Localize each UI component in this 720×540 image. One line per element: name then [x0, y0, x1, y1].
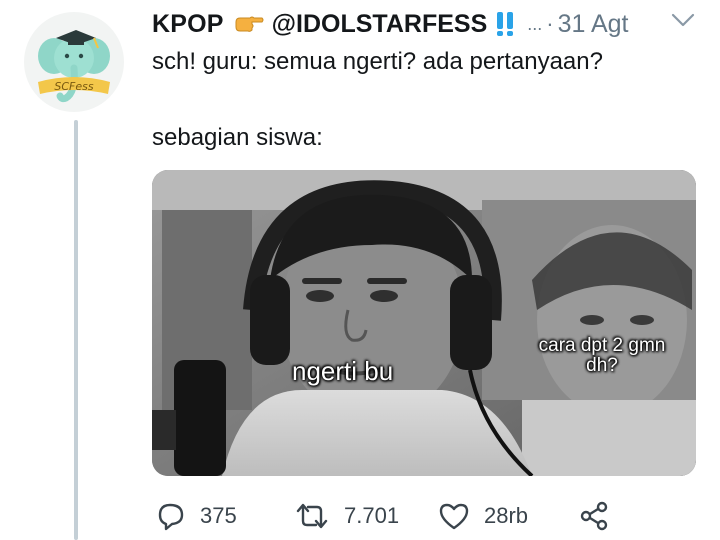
retweet-button[interactable]: 7.701	[294, 498, 399, 534]
elephant-avatar-icon: SCFess	[24, 12, 124, 112]
username-handle[interactable]: @IDOLSTARFESS	[272, 10, 488, 39]
reply-icon	[158, 503, 184, 531]
meme-caption-left: ngerti bu	[292, 356, 394, 386]
tweet-text-line-1: sch! guru: semua ngerti? ada pertanyaan?	[152, 48, 603, 75]
meme-photo	[152, 170, 696, 476]
like-button[interactable]: 28rb	[438, 498, 528, 534]
tweet-action-bar: 375 7.701 28rb	[152, 498, 672, 534]
truncation-ellipsis: ...	[527, 13, 543, 34]
share-button[interactable]	[578, 498, 610, 534]
display-name[interactable]: KPOP	[152, 10, 224, 39]
tweet-text-line-2: sebagian siswa:	[152, 124, 323, 151]
avatar-label: SCFess	[54, 80, 93, 93]
reply-button[interactable]: 375	[156, 498, 237, 534]
reply-count: 375	[200, 503, 237, 528]
thread-connector-line	[74, 120, 78, 540]
double-exclamation-icon	[495, 10, 515, 38]
tweet-date[interactable]: 31 Agt	[558, 10, 629, 39]
retweet-icon	[296, 503, 328, 529]
tweet-header: KPOP @IDOLSTARFESS ... · 31 Agt	[152, 6, 712, 42]
chevron-down-icon[interactable]	[670, 10, 696, 35]
heart-icon	[439, 503, 469, 530]
share-icon	[580, 501, 608, 531]
retweet-count: 7.701	[344, 503, 400, 528]
pointing-hand-icon	[234, 14, 264, 34]
tweet-media-image[interactable]: ngerti bu cara dpt 2 gmn dh?	[152, 170, 696, 476]
like-count: 28rb	[484, 503, 529, 528]
separator-dot: ·	[546, 11, 554, 36]
avatar[interactable]: SCFess	[24, 12, 124, 112]
meme-caption-right: cara dpt 2 gmn dh?	[538, 335, 666, 376]
